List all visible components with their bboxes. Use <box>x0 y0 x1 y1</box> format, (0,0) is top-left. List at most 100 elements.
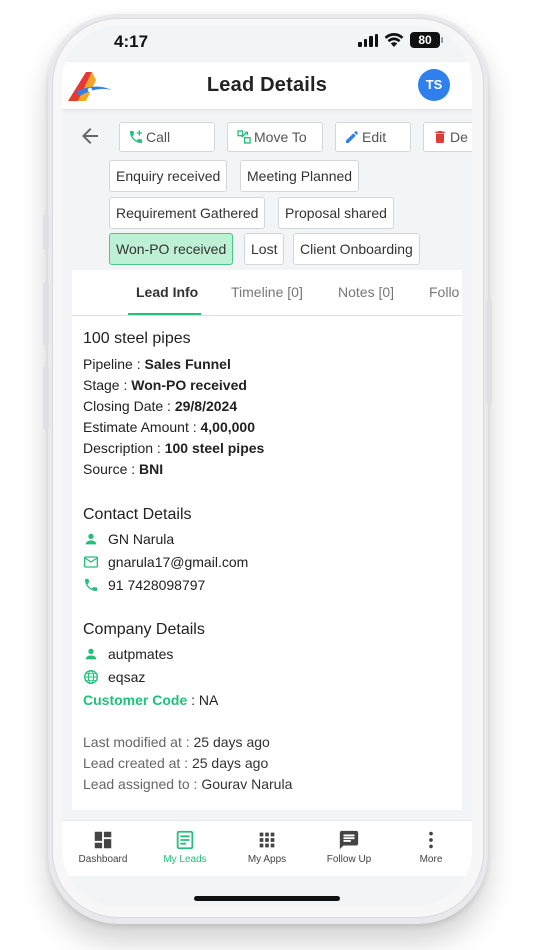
stage-chip-enquiry[interactable]: Enquiry received <box>109 160 228 192</box>
description-label: Description : <box>83 440 165 456</box>
contact-phone[interactable]: 91 7428098797 <box>108 577 205 593</box>
pipeline-value: Sales Funnel <box>144 356 231 372</box>
page-title: Lead Details <box>206 74 328 96</box>
estimate-label: Estimate Amount : <box>83 419 201 435</box>
contact-phone-row[interactable]: 91 7428098797 <box>83 575 205 595</box>
company-name: autpmates <box>108 646 174 662</box>
app-screen: 4:17 80 Lead Details TS Call Move To Edi… <box>62 26 472 906</box>
lead-assigned-label: Lead assigned to : <box>83 776 202 792</box>
contact-email[interactable]: gnarula17@gmail.com <box>108 554 248 570</box>
tab-notes[interactable]: Notes [0] <box>338 284 394 300</box>
lead-action-toolbar: Call Move To Edit De <box>62 120 472 154</box>
back-arrow-icon[interactable] <box>78 124 102 148</box>
phone-icon <box>85 579 97 591</box>
customer-code-value: NA <box>198 692 219 708</box>
nav-my-apps-label: My Apps <box>247 854 287 865</box>
pipeline-row: Pipeline : Sales Funnel <box>83 356 231 372</box>
cellular-signal-icon <box>358 34 378 47</box>
estimate-value: 4,00,000 <box>200 419 256 435</box>
tab-follow-up[interactable]: Follo <box>429 284 459 300</box>
battery-icon: 80 <box>410 32 440 48</box>
source-value: BNI <box>139 461 164 477</box>
nav-dashboard-label: Dashboard <box>78 854 128 865</box>
pencil-icon <box>346 131 358 143</box>
nav-my-leads-label: My Leads <box>163 854 207 865</box>
call-label: Call <box>146 129 171 145</box>
home-indicator[interactable] <box>194 896 340 901</box>
dashboard-icon <box>94 831 112 849</box>
nav-more-label: More <box>419 854 443 865</box>
contact-name: GN Narula <box>108 531 175 547</box>
globe-icon <box>84 670 98 684</box>
stage-chip-won-active[interactable]: Won-PO received <box>109 233 234 265</box>
lead-title: 100 steel pipes <box>83 330 191 347</box>
leads-list-icon <box>176 830 194 850</box>
contact-email-row[interactable]: gnarula17@gmail.com <box>83 552 248 572</box>
volume-down-button <box>43 366 49 430</box>
last-modified-row: Last modified at : 25 days ago <box>83 734 270 750</box>
customer-code-label: Customer Code <box>83 692 188 708</box>
delete-button[interactable]: De <box>423 122 472 152</box>
stage-chip-proposal[interactable]: Proposal shared <box>278 197 394 229</box>
stage-chip-lost[interactable]: Lost <box>244 233 285 265</box>
move-to-button[interactable]: Move To <box>227 122 323 152</box>
email-icon <box>84 556 98 568</box>
nav-dashboard[interactable]: Dashboard <box>68 829 138 865</box>
tab-timeline[interactable]: Timeline [0] <box>231 284 303 300</box>
chat-bubble-icon <box>339 830 359 850</box>
source-row: Source : BNI <box>83 461 163 477</box>
more-vertical-icon <box>429 831 433 849</box>
status-time: 4:17 <box>114 32 149 51</box>
nav-follow-up-label: Follow Up <box>326 854 372 865</box>
edit-label: Edit <box>362 129 387 145</box>
closing-date-value: 29/8/2024 <box>174 398 238 414</box>
lead-details-card: Lead Info Timeline [0] Notes [0] Follo 1… <box>72 270 462 810</box>
estimate-row: Estimate Amount : 4,00,000 <box>83 419 255 435</box>
nav-my-leads[interactable]: My Leads <box>150 829 220 865</box>
person-icon <box>85 648 97 660</box>
app-bar: Lead Details TS <box>62 62 472 110</box>
tab-lead-info[interactable]: Lead Info <box>136 284 198 300</box>
company-website[interactable]: eqsaz <box>108 669 145 685</box>
source-label: Source : <box>83 461 140 477</box>
move-to-label: Move To <box>254 129 307 145</box>
last-modified-label: Last modified at : <box>83 734 194 750</box>
call-button[interactable]: Call <box>119 122 215 152</box>
bottom-navigation: Dashboard My Leads My Apps Follow Up Mor… <box>62 820 472 876</box>
description-row: Description : 100 steel pipes <box>83 440 264 456</box>
customer-code-row: Customer Code : NA <box>83 692 218 708</box>
nav-follow-up[interactable]: Follow Up <box>314 829 384 865</box>
edit-button[interactable]: Edit <box>335 122 411 152</box>
battery-level: 80 <box>418 33 432 47</box>
person-icon <box>85 533 97 545</box>
mute-switch <box>43 214 49 250</box>
stage-chip-meeting[interactable]: Meeting Planned <box>240 160 360 192</box>
lead-created-row: Lead created at : 25 days ago <box>83 755 268 771</box>
delete-label: De <box>450 129 468 145</box>
description-value: 100 steel pipes <box>164 440 265 456</box>
stage-label: Stage : <box>83 377 132 393</box>
stage-chip-requirement[interactable]: Requirement Gathered <box>109 197 266 229</box>
company-website-row[interactable]: eqsaz <box>83 667 145 687</box>
closing-date-row: Closing Date : 29/8/2024 <box>83 398 237 414</box>
apps-grid-icon <box>259 832 275 848</box>
contact-details-heading: Contact Details <box>83 506 192 523</box>
stage-value: Won-PO received <box>131 377 247 393</box>
lead-created-value: 25 days ago <box>191 755 269 771</box>
detail-tabs: Lead Info Timeline [0] Notes [0] Follo <box>72 270 462 316</box>
nav-my-apps[interactable]: My Apps <box>232 829 302 865</box>
nav-more[interactable]: More <box>396 829 466 865</box>
company-details-heading: Company Details <box>83 621 205 638</box>
volume-up-button <box>43 282 49 346</box>
wifi-icon <box>384 33 404 47</box>
stage-chip-onboarding[interactable]: Client Onboarding <box>293 233 420 265</box>
customer-code-separator: : <box>187 692 199 708</box>
closing-date-label: Closing Date : <box>83 398 175 414</box>
lead-created-label: Lead created at : <box>83 755 192 771</box>
pipeline-label: Pipeline : <box>83 356 145 372</box>
active-tab-indicator <box>128 313 201 315</box>
contact-name-row: GN Narula <box>83 529 174 549</box>
lead-assigned-value: Gourav Narula <box>201 776 293 792</box>
lead-assigned-row: Lead assigned to : Gourav Narula <box>83 776 292 792</box>
user-avatar[interactable]: TS <box>418 69 450 101</box>
